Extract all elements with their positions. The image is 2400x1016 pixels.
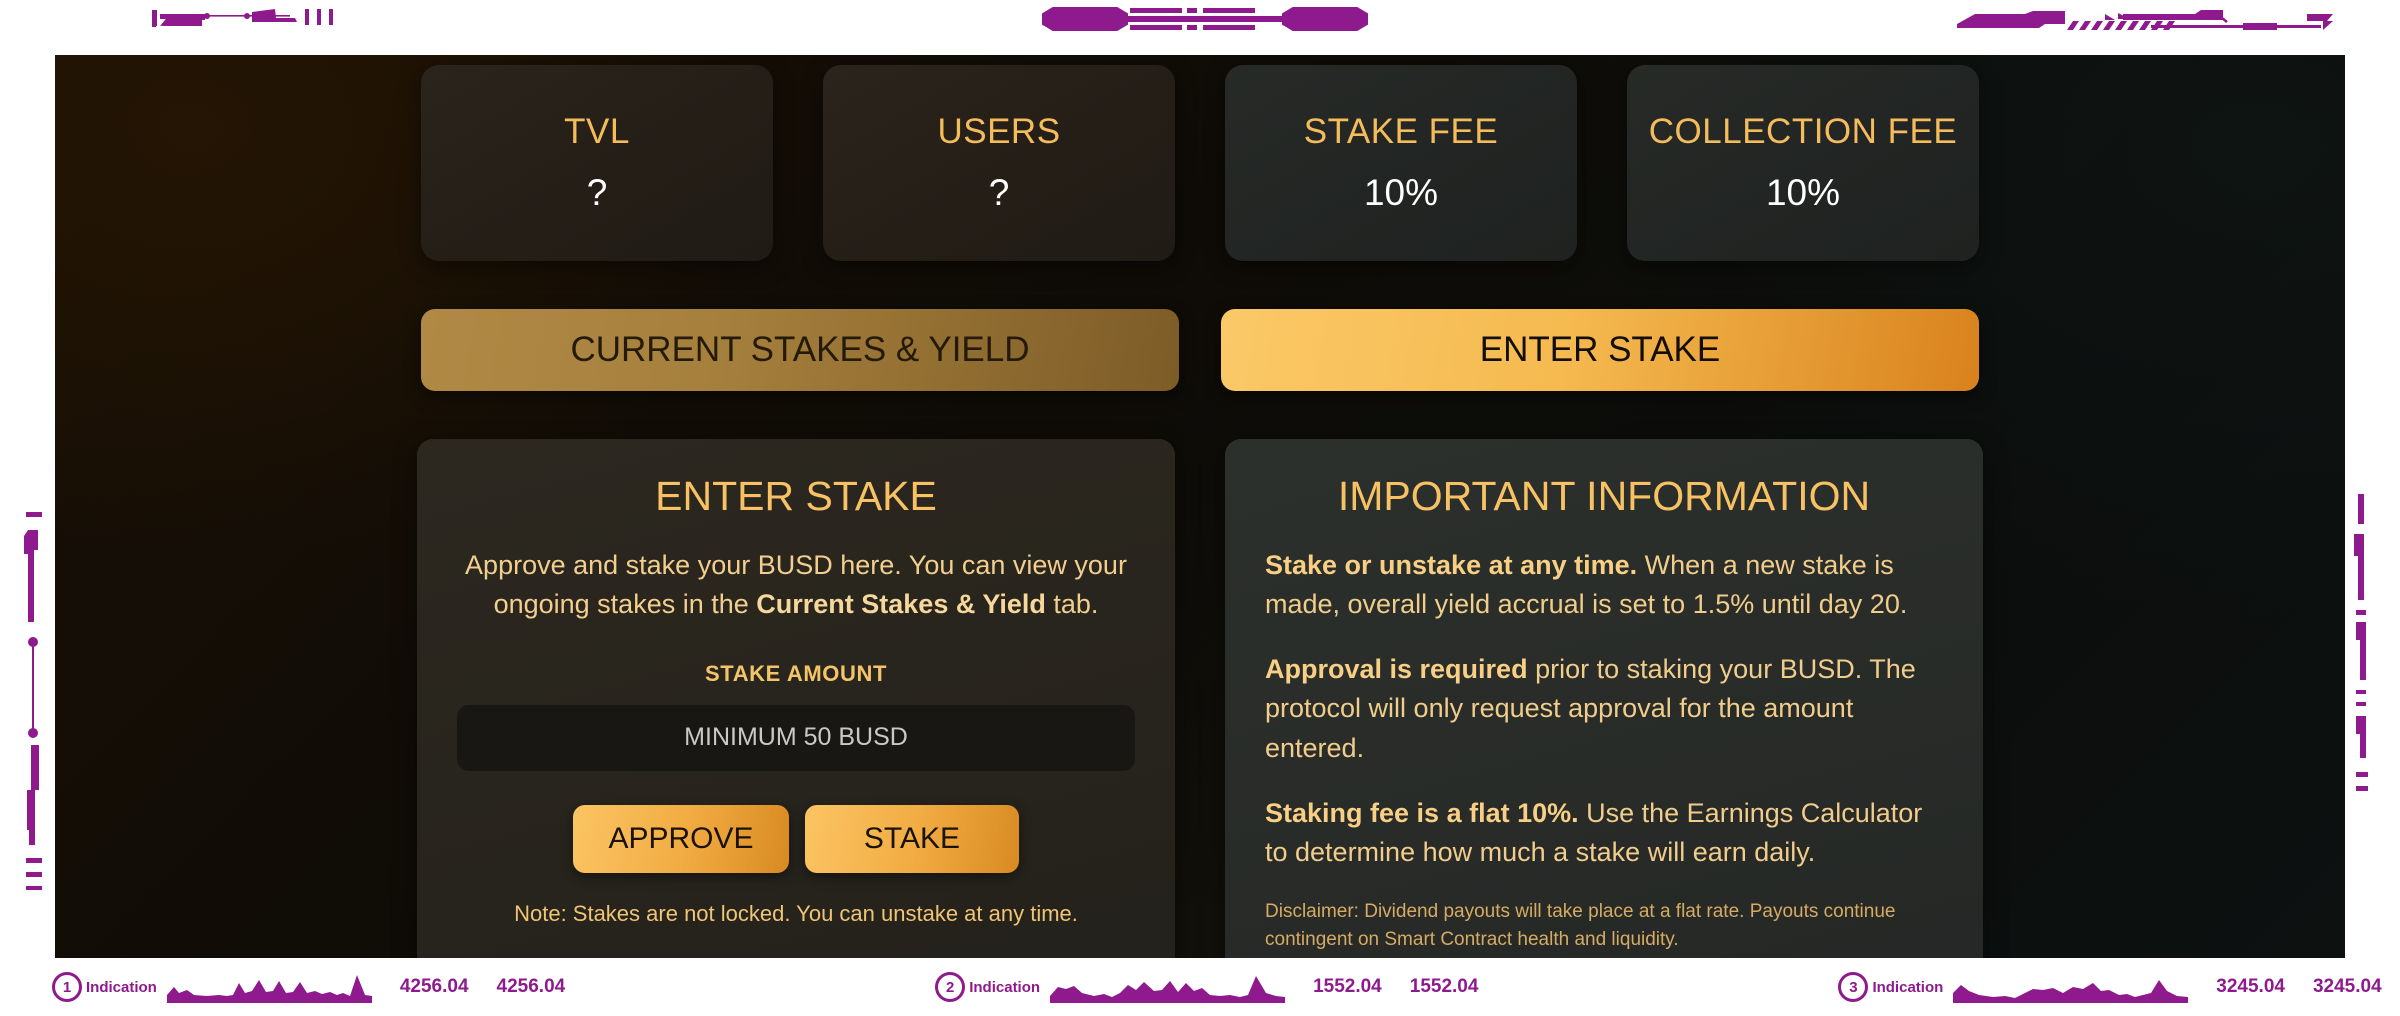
info-item-approval-required: Approval is required prior to staking yo… (1265, 650, 1943, 767)
bottom-ticker-bar: 1 Indication 4256.04 4256.04 2 Indicatio… (0, 958, 2400, 1016)
tab-enter-stake[interactable]: ENTER STAKE (1221, 309, 1979, 391)
ticker-3-sparkline-icon (1953, 980, 2189, 1003)
ticker-1-label: Indication (86, 978, 157, 996)
stake-amount-label: STAKE AMOUNT (705, 660, 887, 686)
right-decoration-rail (2340, 490, 2400, 890)
stats-row: TVL ? USERS ? STAKE FEE 10% COLLECTION F… (55, 55, 2345, 261)
left-decoration-rail (0, 490, 60, 890)
stat-value-users: ? (988, 172, 1010, 213)
intro-text-part2: tab. (1045, 589, 1099, 620)
stat-value-tvl: ? (586, 172, 608, 213)
ticker-1-value-b: 4256.04 (496, 976, 566, 997)
deco-left-rail-glyphs (24, 512, 42, 890)
stat-value-stake-fee: 10% (1363, 172, 1439, 213)
ticker-item-1[interactable]: 1 Indication 4256.04 4256.04 (52, 971, 565, 1003)
stat-label-stake-fee: STAKE FEE (1303, 112, 1499, 151)
deco-right-rail-glyphs (2354, 494, 2368, 791)
info-item-stake-or-unstake: Stake or unstake at any time. When a new… (1265, 546, 1943, 624)
ticker-2-sparkline-icon (1050, 976, 1286, 1003)
ticker-item-3[interactable]: 3 Indication 3245.04 3245.04 (1838, 971, 2382, 1003)
deco-center-capsule (1042, 7, 1368, 31)
stat-card-tvl: TVL ? (421, 65, 773, 261)
stat-label-tvl: TVL (564, 112, 630, 151)
information-disclaimer: Disclaimer: Dividend payouts will take p… (1265, 900, 1896, 950)
tab-current-stakes-and-yield[interactable]: CURRENT STAKES & YIELD (421, 309, 1179, 391)
info-item-0-bold: Stake or unstake at any time. (1265, 550, 1638, 580)
important-information-panel: IMPORTANT INFORMATION Stake or unstake a… (1225, 439, 1983, 960)
ticker-2-label: Indication (969, 978, 1041, 996)
intro-text-bold: Current Stakes & Yield (756, 589, 1046, 620)
panels-row: ENTER STAKE Approve and stake your BUSD … (55, 439, 2345, 960)
ticker-3-value-b: 3245.04 (2312, 976, 2382, 997)
ticker-3-value-a: 3245.04 (2216, 976, 2285, 997)
stat-card-collection-fee: COLLECTION FEE 10% (1627, 65, 1979, 261)
approve-button[interactable]: APPROVE (573, 804, 789, 873)
stake-action-buttons: APPROVE STAKE (457, 804, 1135, 873)
stake-note: Note: Stakes are not locked. You can uns… (514, 900, 1078, 926)
deco-left-bar (152, 9, 333, 27)
top-decoration-bar (0, 0, 2400, 50)
ticker-2-value-b: 1552.04 (1409, 976, 1479, 997)
ticker-1-sparkline-icon (166, 975, 372, 1003)
ticker-2-value-a: 1552.04 (1313, 976, 1382, 997)
dapp-viewport: TVL ? USERS ? STAKE FEE 10% COLLECTION F… (55, 55, 2345, 960)
info-item-staking-fee: Staking fee is a flat 10%. Use the Earni… (1265, 794, 1943, 872)
info-item-1-bold: Approval is required (1265, 654, 1528, 685)
enter-stake-panel: ENTER STAKE Approve and stake your BUSD … (417, 439, 1175, 960)
important-information-title: IMPORTANT INFORMATION (1337, 473, 1871, 519)
enter-stake-intro: Approve and stake your BUSD here. You ca… (457, 546, 1135, 625)
stat-card-stake-fee: STAKE FEE 10% (1225, 65, 1577, 261)
app-window: TVL ? USERS ? STAKE FEE 10% COLLECTION F… (0, 0, 2400, 1016)
ticker-item-2[interactable]: 2 Indication 1552.04 1552.04 (935, 971, 1478, 1003)
stat-label-users: USERS (937, 112, 1061, 151)
stat-value-collection-fee: 10% (1765, 172, 1841, 213)
stake-button[interactable]: STAKE (805, 804, 1019, 873)
ticker-1-number-badge: 1 (52, 972, 82, 1002)
info-item-2-bold: Staking fee is a flat 10%. (1265, 797, 1579, 828)
tab-bar: CURRENT STAKES & YIELD ENTER STAKE (55, 309, 2345, 391)
ticker-1-value-a: 4256.04 (399, 976, 469, 997)
stake-amount-input[interactable] (457, 704, 1135, 771)
stat-card-users: USERS ? (823, 65, 1175, 261)
ticker-3-label: Indication (1872, 978, 1944, 996)
ticker-3-number-badge: 3 (1838, 972, 1869, 1002)
deco-right-glyphs (1957, 10, 2333, 30)
enter-stake-title: ENTER STAKE (655, 473, 937, 519)
ticker-2-number-badge: 2 (935, 972, 966, 1002)
stat-label-collection-fee: COLLECTION FEE (1648, 112, 1958, 151)
